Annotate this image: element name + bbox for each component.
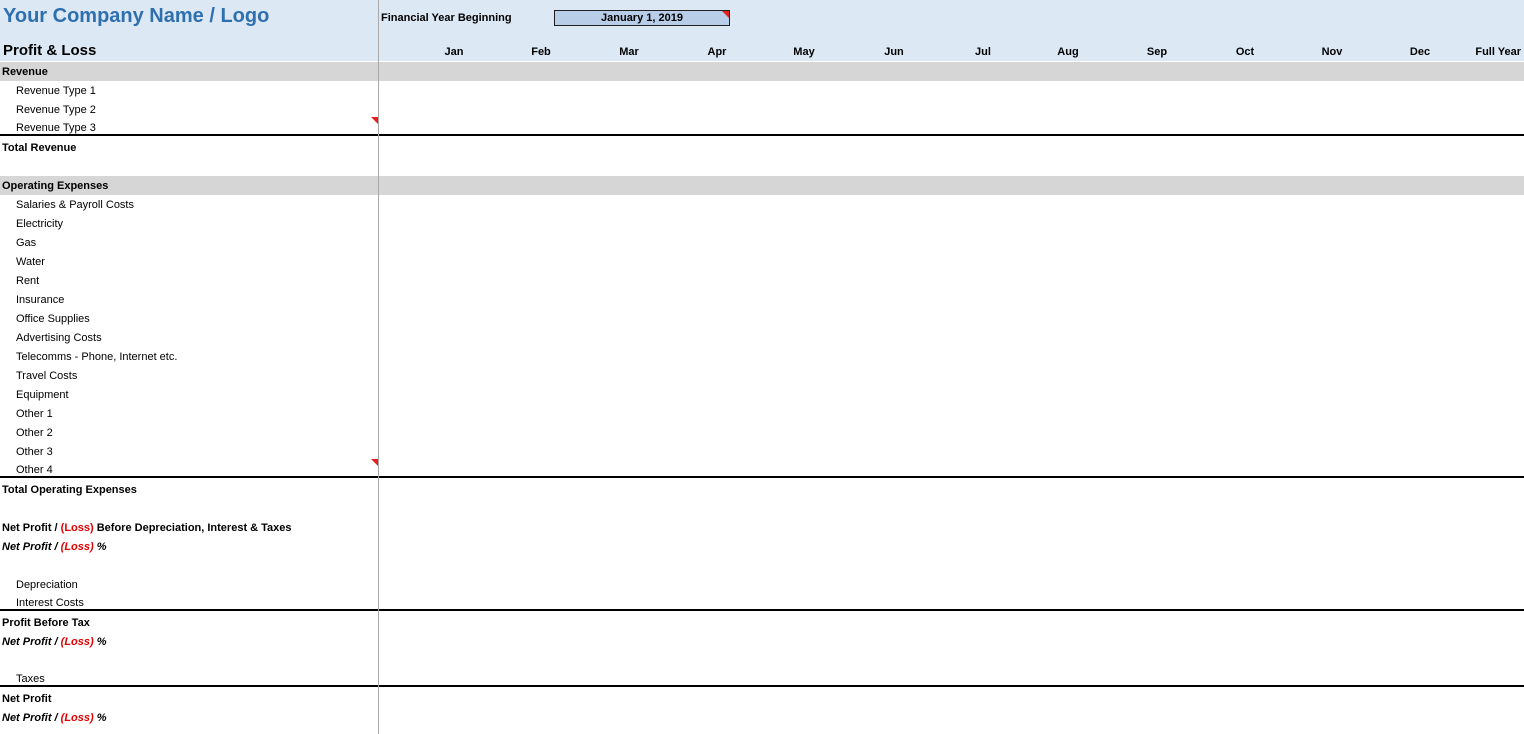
row-label: Net Profit / (Loss) Before Depreciation,… [2, 522, 292, 534]
opex-row[interactable]: Salaries & Payroll Costs [0, 195, 1524, 214]
divider [0, 134, 1524, 136]
opex-row[interactable]: Gas [0, 233, 1524, 252]
month-header-oct: Oct [1235, 46, 1255, 58]
row-label: Revenue Type 3 [16, 122, 96, 134]
comment-indicator-icon[interactable] [722, 11, 729, 18]
month-header-dec: Dec [1409, 46, 1431, 58]
total-opex-row[interactable]: Total Operating Expenses [0, 480, 1524, 499]
financial-year-value: January 1, 2019 [601, 12, 683, 24]
label-part: Net Profit / [2, 541, 61, 553]
label-part: Before Depreciation, Interest & Taxes [93, 522, 292, 534]
row-label: Rent [16, 275, 40, 287]
row-label: Advertising Costs [16, 332, 102, 344]
row-label: Interest Costs [16, 597, 84, 609]
revenue-section-header: Revenue [0, 62, 1524, 81]
revenue-row-2[interactable]: Revenue Type 2 [0, 100, 1524, 119]
net-profit-before-row[interactable]: Net Profit / (Loss) Before Depreciation,… [0, 518, 1524, 537]
loss-text: (Loss) [60, 541, 94, 553]
row-label: Net Profit / (Loss) % [2, 712, 107, 724]
row-label: Salaries & Payroll Costs [16, 199, 134, 211]
net-profit-row[interactable]: Net Profit [0, 689, 1524, 708]
total-revenue-row[interactable]: Total Revenue [0, 138, 1524, 157]
month-header-feb: Feb [531, 46, 551, 58]
month-header-jun: Jun [884, 46, 904, 58]
month-header-full-year: Full Year [1475, 46, 1521, 58]
row-label: Net Profit / (Loss) % [2, 541, 107, 553]
comment-indicator-icon[interactable] [371, 459, 378, 466]
opex-heading: Operating Expenses [2, 180, 109, 192]
row-label: Taxes [16, 673, 45, 685]
opex-row[interactable]: Other 2 [0, 423, 1524, 442]
row-label: Office Supplies [16, 313, 90, 325]
opex-section-header: Operating Expenses [0, 176, 1524, 195]
row-label: Other 3 [16, 446, 53, 458]
row-label: Revenue Type 1 [16, 85, 96, 97]
label-part: Net Profit / [2, 636, 61, 648]
depreciation-row[interactable]: Depreciation [0, 575, 1524, 594]
loss-text: (Loss) [60, 636, 94, 648]
opex-row[interactable]: Other 3 [0, 442, 1524, 461]
net-profit-final-pct-row[interactable]: Net Profit / (Loss) % [0, 708, 1524, 727]
row-label: Total Revenue [2, 142, 77, 154]
row-label: Electricity [16, 218, 64, 230]
row-label: Depreciation [16, 579, 78, 591]
month-header-may: May [793, 46, 815, 58]
opex-row[interactable]: Office Supplies [0, 309, 1524, 328]
financial-year-label: Financial Year Beginning [381, 12, 512, 24]
divider [0, 609, 1524, 611]
row-label: Other 1 [16, 408, 53, 420]
company-name[interactable]: Your Company Name / Logo [3, 5, 269, 28]
month-header-jan: Jan [444, 46, 464, 58]
row-label: Insurance [16, 294, 65, 306]
header-bar: Your Company Name / Logo Profit & Loss F… [0, 0, 1524, 61]
opex-row[interactable]: Telecomms - Phone, Internet etc. [0, 347, 1524, 366]
month-header-jul: Jul [975, 46, 991, 58]
month-header-nov: Nov [1321, 46, 1343, 58]
comment-indicator-icon[interactable] [371, 117, 378, 124]
label-part: % [93, 636, 107, 648]
row-label: Travel Costs [16, 370, 78, 382]
row-label: Gas [16, 237, 37, 249]
opex-row[interactable]: Water [0, 252, 1524, 271]
row-label: Equipment [16, 389, 69, 401]
month-header-aug: Aug [1057, 46, 1079, 58]
row-label: Water [16, 256, 45, 268]
row-label: Revenue Type 2 [16, 104, 96, 116]
label-part: Net Profit / [2, 522, 61, 534]
opex-row[interactable]: Other 1 [0, 404, 1524, 423]
opex-row[interactable]: Electricity [0, 214, 1524, 233]
divider [0, 685, 1524, 687]
opex-row[interactable]: Equipment [0, 385, 1524, 404]
month-header-mar: Mar [619, 46, 639, 58]
opex-row[interactable]: Insurance [0, 290, 1524, 309]
row-label: Net Profit / (Loss) % [2, 636, 107, 648]
row-label: Profit Before Tax [2, 617, 90, 629]
profit-before-tax-row[interactable]: Profit Before Tax [0, 613, 1524, 632]
opex-row[interactable]: Travel Costs [0, 366, 1524, 385]
loss-text: (Loss) [60, 712, 94, 724]
financial-year-input[interactable]: January 1, 2019 [554, 10, 730, 26]
row-label: Total Operating Expenses [2, 484, 137, 496]
revenue-row-1[interactable]: Revenue Type 1 [0, 81, 1524, 100]
row-label: Telecomms - Phone, Internet etc. [16, 351, 178, 363]
row-label: Net Profit [2, 693, 52, 705]
opex-row[interactable]: Advertising Costs [0, 328, 1524, 347]
label-part: Net Profit / [2, 712, 61, 724]
label-column-divider [378, 0, 379, 734]
row-label: Other 2 [16, 427, 53, 439]
month-header-apr: Apr [707, 46, 727, 58]
net-profit-pct-row[interactable]: Net Profit / (Loss) % [0, 537, 1524, 556]
loss-text: (Loss) [60, 522, 94, 534]
pbt-pct-row[interactable]: Net Profit / (Loss) % [0, 632, 1524, 651]
row-label: Other 4 [16, 464, 53, 476]
label-part: % [93, 712, 107, 724]
opex-row[interactable]: Rent [0, 271, 1524, 290]
divider [0, 476, 1524, 478]
revenue-heading: Revenue [2, 66, 48, 78]
label-part: % [93, 541, 107, 553]
page-title: Profit & Loss [3, 42, 97, 59]
month-header-sep: Sep [1146, 46, 1168, 58]
